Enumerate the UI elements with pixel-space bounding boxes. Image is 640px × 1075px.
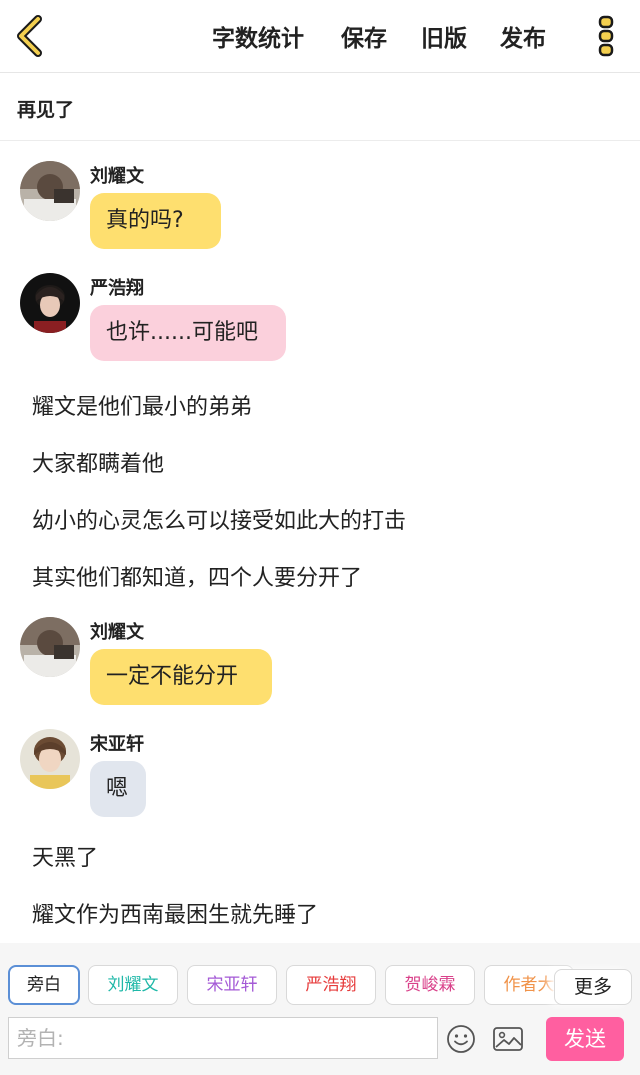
input-row: 发送 <box>0 1016 640 1066</box>
chapter-title[interactable]: 再见了 <box>17 95 74 122</box>
message-bubble[interactable]: 也许......可能吧 <box>90 305 286 361</box>
more-vertical-icon <box>598 15 614 57</box>
more-menu-button[interactable] <box>596 14 616 58</box>
sender-name: 刘耀文 <box>90 622 144 643</box>
sender-name: 严浩翔 <box>90 278 144 299</box>
narration-text[interactable]: 耀文作为西南最困生就先睡了 <box>32 897 318 929</box>
narration-text[interactable]: 其实他们都知道，四个人要分开了 <box>32 560 362 592</box>
back-button[interactable] <box>14 14 46 58</box>
smiley-icon <box>447 1025 475 1053</box>
message-input[interactable] <box>8 1017 438 1059</box>
send-button[interactable]: 发送 <box>546 1017 624 1061</box>
composer-panel: 旁白 刘耀文 宋亚轩 严浩翔 贺峻霖 作者大 更多 发送 <box>0 943 640 1075</box>
role-chip[interactable]: 宋亚轩 <box>187 965 277 1005</box>
more-roles-button[interactable]: 更多 <box>554 969 632 1005</box>
publish-button[interactable]: 发布 <box>500 19 546 53</box>
avatar[interactable] <box>20 729 80 789</box>
avatar[interactable] <box>20 617 80 677</box>
narration-text[interactable]: 天黑了 <box>32 840 98 872</box>
chevron-left-icon <box>17 15 42 57</box>
message-bubble[interactable]: 嗯 <box>90 761 146 817</box>
role-selector: 旁白 刘耀文 宋亚轩 严浩翔 贺峻霖 作者大 <box>0 965 640 1007</box>
avatar[interactable] <box>20 273 80 333</box>
role-chip[interactable]: 严浩翔 <box>286 965 376 1005</box>
old-version-button[interactable]: 旧版 <box>421 19 467 53</box>
word-count-button[interactable]: 字数统计 <box>212 19 304 53</box>
message-bubble[interactable]: 一定不能分开 <box>90 649 272 705</box>
emoji-button[interactable] <box>446 1024 476 1054</box>
save-button[interactable]: 保存 <box>341 19 387 53</box>
top-bar: 字数统计 保存 旧版 发布 <box>0 0 640 73</box>
sender-name: 宋亚轩 <box>90 734 144 755</box>
narration-text[interactable]: 耀文是他们最小的弟弟 <box>32 389 252 421</box>
narration-text[interactable]: 大家都瞒着他 <box>32 446 164 478</box>
narration-text[interactable]: 幼小的心灵怎么可以接受如此大的打击 <box>32 503 406 535</box>
sender-name: 刘耀文 <box>90 166 144 187</box>
image-button[interactable] <box>492 1024 524 1054</box>
avatar[interactable] <box>20 161 80 221</box>
image-icon <box>493 1027 523 1051</box>
chapter-header: 再见了 <box>0 73 640 141</box>
role-chip[interactable]: 刘耀文 <box>88 965 178 1005</box>
message-bubble[interactable]: 真的吗? <box>90 193 221 249</box>
role-chip-narrator[interactable]: 旁白 <box>8 965 80 1005</box>
role-chip[interactable]: 贺峻霖 <box>385 965 475 1005</box>
